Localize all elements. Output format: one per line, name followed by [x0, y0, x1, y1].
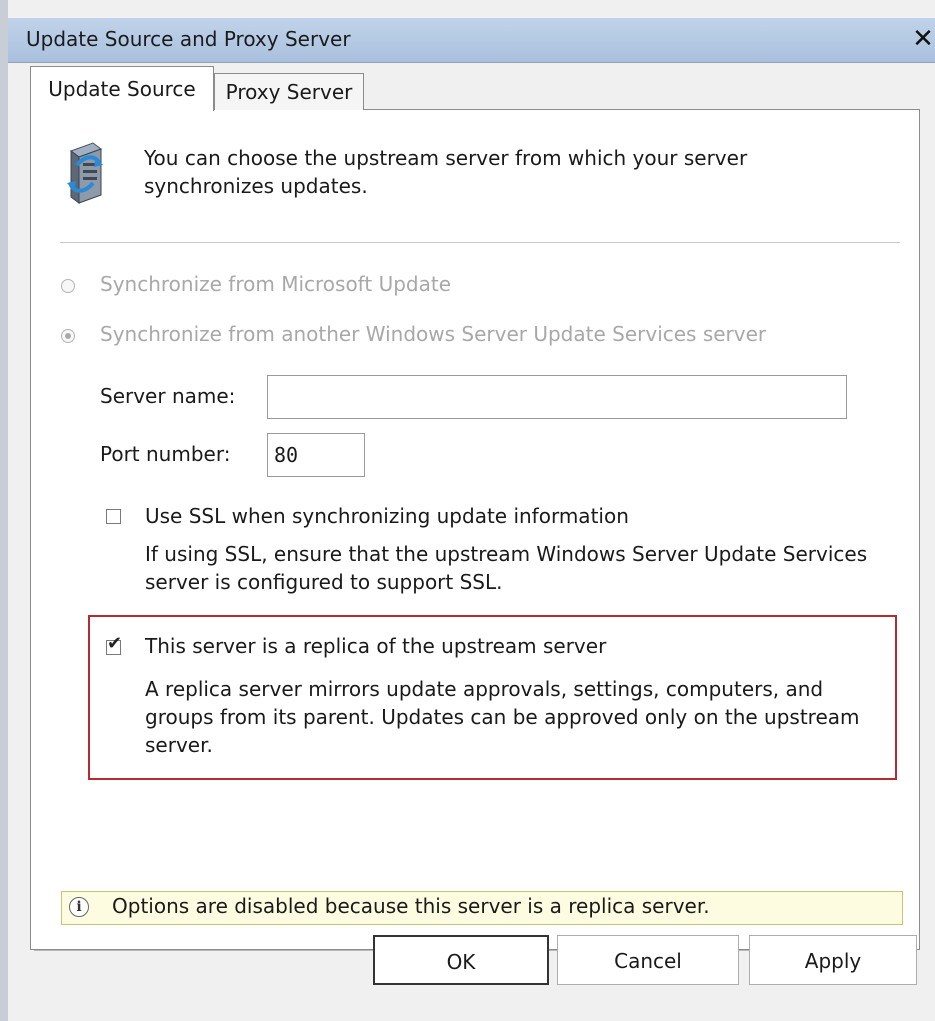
tab-proxy-server[interactable]: Proxy Server	[214, 73, 364, 110]
ssl-checkbox-label: Use SSL when synchronizing update inform…	[145, 504, 629, 528]
close-icon[interactable]: ✕	[908, 23, 935, 55]
ok-button[interactable]: OK	[373, 935, 549, 985]
title-bar: Update Source and Proxy Server ✕	[8, 18, 935, 63]
info-bar: i Options are disabled because this serv…	[61, 891, 903, 925]
radio-wsus-server-label: Synchronize from another Windows Server …	[100, 322, 767, 346]
radio-wsus-server[interactable]	[61, 329, 75, 343]
replica-checkbox-label: This server is a replica of the upstream…	[145, 634, 607, 658]
tab-panel-update-source	[30, 109, 920, 950]
apply-button[interactable]: Apply	[749, 935, 917, 985]
radio-selected-dot	[65, 333, 71, 339]
radio-microsoft-update-label: Synchronize from Microsoft Update	[100, 272, 451, 296]
ssl-checkbox[interactable]	[106, 509, 121, 524]
info-bar-text: Options are disabled because this server…	[112, 894, 710, 918]
window-title: Update Source and Proxy Server	[26, 27, 351, 51]
tab-update-source[interactable]: Update Source	[30, 66, 214, 111]
window-frame-left	[0, 0, 8, 1021]
replica-checkbox[interactable]: ✔	[106, 634, 122, 655]
radio-microsoft-update[interactable]	[61, 279, 75, 293]
port-number-input[interactable]: 80	[267, 433, 365, 477]
cancel-button[interactable]: Cancel	[557, 935, 739, 985]
header-description: You can choose the upstream server from …	[144, 146, 748, 198]
ssl-note: If using SSL, ensure that the upstream W…	[145, 542, 868, 594]
server-icon	[67, 142, 103, 204]
replica-note: A replica server mirrors update approval…	[145, 677, 860, 757]
separator	[60, 242, 900, 243]
server-name-label: Server name:	[100, 384, 236, 408]
info-icon: i	[69, 897, 89, 917]
server-name-input[interactable]	[267, 375, 847, 419]
port-number-label: Port number:	[100, 442, 231, 466]
checkmark-icon: ✔	[107, 633, 123, 654]
